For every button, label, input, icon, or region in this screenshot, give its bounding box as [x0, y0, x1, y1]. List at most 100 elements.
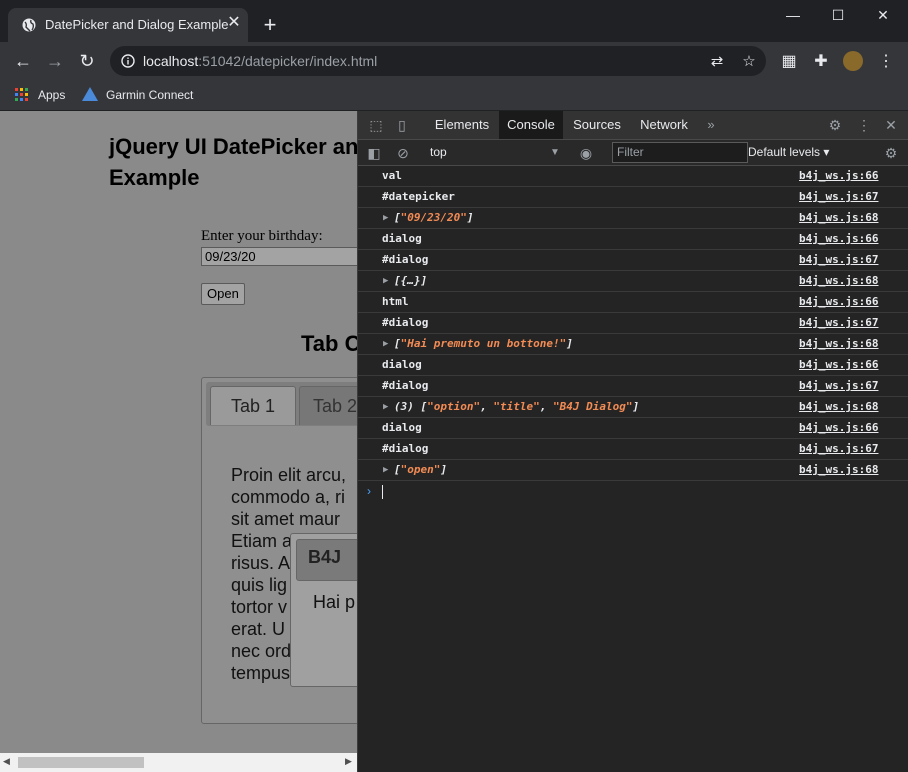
console-filter-input[interactable]: Filter: [612, 142, 748, 163]
garmin-icon: [82, 87, 98, 101]
console-row: #dialog b4j_ws.js:67: [358, 313, 908, 334]
console-row: ▶ ["open"] b4j_ws.js:68: [358, 460, 908, 481]
open-dialog-button[interactable]: Open: [201, 283, 245, 305]
console-source-link[interactable]: b4j_ws.js:68: [799, 208, 878, 228]
console-object[interactable]: ["Hai premuto un bottone!"]: [394, 334, 573, 354]
scroll-left-arrow-icon[interactable]: ◀: [3, 756, 10, 767]
tab-network[interactable]: Network: [632, 111, 696, 139]
tab-sources[interactable]: Sources: [568, 111, 626, 139]
inspect-element-icon[interactable]: ⬚: [367, 116, 385, 134]
console-source-link[interactable]: b4j_ws.js:67: [799, 313, 878, 333]
clear-console-icon[interactable]: ⊘: [394, 144, 412, 162]
console-source-link[interactable]: b4j_ws.js:68: [799, 271, 878, 291]
tab-panel-line: commodo a, ri: [231, 487, 346, 507]
dialog-title: B4J: [308, 547, 342, 567]
console-message: #datepicker: [382, 190, 455, 203]
reload-icon[interactable]: ↻: [75, 50, 99, 72]
console-row: dialog b4j_ws.js:66: [358, 229, 908, 250]
console-row: #dialog b4j_ws.js:67: [358, 376, 908, 397]
console-object[interactable]: ["open"]: [394, 460, 447, 480]
bookmark-garmin-connect[interactable]: Garmin Connect: [106, 84, 193, 106]
profile-avatar[interactable]: [843, 51, 863, 71]
extensions-puzzle-icon[interactable]: ✚: [811, 52, 831, 72]
console-message: dialog: [382, 358, 422, 371]
console-source-link[interactable]: b4j_ws.js:66: [799, 292, 878, 312]
console-source-link[interactable]: b4j_ws.js:68: [799, 460, 878, 480]
expand-triangle-icon[interactable]: ▶: [383, 271, 388, 291]
tab-panel-line: Proin elit arcu,: [231, 465, 347, 485]
scroll-right-arrow-icon[interactable]: ▶: [345, 756, 352, 767]
browser-tab[interactable]: DatePicker and Dialog Example ✕: [8, 8, 248, 42]
expand-triangle-icon[interactable]: ▶: [383, 460, 388, 480]
console-source-link[interactable]: b4j_ws.js:68: [799, 334, 878, 354]
sidebar-toggle-icon[interactable]: ◧: [365, 144, 383, 162]
live-expression-eye-icon[interactable]: ◉: [577, 144, 595, 162]
globe-icon: [22, 18, 36, 32]
console-row: ▶ (3) ["option", "title", "B4J Dialog"] b4…: [358, 397, 908, 418]
console-object[interactable]: [{…}]: [394, 271, 427, 291]
console-source-link[interactable]: b4j_ws.js:68: [799, 397, 878, 417]
console-message: #dialog: [382, 253, 429, 266]
console-source-link[interactable]: b4j_ws.js:66: [799, 229, 878, 249]
console-source-link[interactable]: b4j_ws.js:66: [799, 355, 878, 375]
expand-triangle-icon[interactable]: ▶: [383, 334, 388, 354]
window-close-button[interactable]: ✕: [860, 0, 906, 30]
devtools-menu-icon[interactable]: ⋮: [855, 116, 873, 134]
close-devtools-icon[interactable]: ✕: [882, 116, 900, 134]
console-source-link[interactable]: b4j_ws.js:66: [799, 166, 878, 186]
birthday-datepicker-input[interactable]: 09/23/20: [201, 247, 357, 266]
console-prompt[interactable]: ›: [358, 481, 908, 503]
translate-icon[interactable]: ⇄: [708, 53, 726, 71]
console-row: dialog b4j_ws.js:66: [358, 355, 908, 376]
console-source-link[interactable]: b4j_ws.js:67: [799, 250, 878, 270]
log-levels-dropdown[interactable]: Default levels ▾: [748, 144, 829, 161]
forward-arrow-icon[interactable]: →: [43, 50, 67, 72]
console-row: #datepicker b4j_ws.js:67: [358, 187, 908, 208]
console-message: dialog: [382, 232, 422, 245]
tab-2[interactable]: Tab 2: [299, 386, 357, 425]
info-icon[interactable]: [121, 54, 135, 68]
console-object[interactable]: (3) ["option", "title", "B4J Dialog"]: [394, 397, 639, 417]
tab-elements[interactable]: Elements: [430, 111, 494, 139]
console-row: #dialog b4j_ws.js:67: [358, 250, 908, 271]
tab-1[interactable]: Tab 1: [210, 386, 296, 425]
url-host: localhost: [143, 53, 199, 69]
back-arrow-icon[interactable]: ←: [11, 50, 35, 72]
expand-triangle-icon[interactable]: ▶: [383, 208, 388, 228]
horizontal-scrollbar[interactable]: ◀ ▶: [0, 753, 357, 772]
console-source-link[interactable]: b4j_ws.js:67: [799, 376, 878, 396]
console-message: #dialog: [382, 379, 429, 392]
bookmark-star-icon[interactable]: ☆: [740, 53, 758, 71]
scrollbar-thumb[interactable]: [18, 757, 144, 768]
console-row: ▶ ["Hai premuto un bottone!"] b4j_ws.js:68: [358, 334, 908, 355]
console-messages: val b4j_ws.js:66 #datepicker b4j_ws.js:67 ▶ […: [358, 166, 908, 503]
maximize-button[interactable]: ☐: [815, 0, 861, 30]
console-object[interactable]: ["09/23/20"]: [394, 208, 473, 228]
console-message: val: [382, 169, 402, 182]
tab-console[interactable]: Console: [499, 111, 563, 139]
bookmark-apps[interactable]: Apps: [38, 84, 65, 106]
minimize-button[interactable]: —: [770, 0, 816, 30]
apps-grid-icon: [15, 88, 28, 101]
menu-kebab-icon[interactable]: ⋮: [876, 52, 896, 72]
device-toolbar-icon[interactable]: ▯: [393, 116, 411, 134]
expand-triangle-icon[interactable]: ▶: [383, 397, 388, 417]
console-source-link[interactable]: b4j_ws.js:66: [799, 418, 878, 438]
settings-gear-icon[interactable]: ⚙: [826, 116, 844, 134]
console-settings-gear-icon[interactable]: ⚙: [882, 144, 900, 162]
console-row: val b4j_ws.js:66: [358, 166, 908, 187]
new-tab-button[interactable]: +: [258, 14, 282, 38]
tab-title: DatePicker and Dialog Example: [45, 17, 229, 32]
tab-section-heading: Tab C: [301, 331, 357, 356]
console-message: dialog: [382, 421, 422, 434]
console-source-link[interactable]: b4j_ws.js:67: [799, 187, 878, 207]
dialog: B4J Hai p: [290, 533, 357, 687]
console-source-link[interactable]: b4j_ws.js:67: [799, 439, 878, 459]
dialog-message: Hai p: [313, 592, 356, 612]
more-tabs-icon[interactable]: »: [703, 111, 719, 139]
close-tab-icon[interactable]: ✕: [224, 13, 244, 33]
context-selector[interactable]: top ▼: [430, 144, 560, 161]
console-row: #dialog b4j_ws.js:67: [358, 439, 908, 460]
text-caret: [382, 485, 383, 499]
qr-code-icon[interactable]: ▦: [779, 52, 799, 72]
